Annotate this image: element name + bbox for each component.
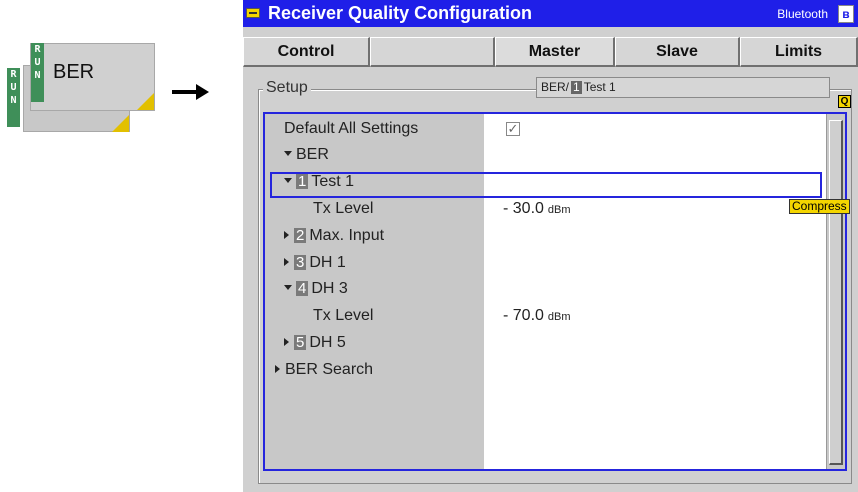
- default-all-settings-label: Default All Settings: [284, 120, 419, 137]
- dh3-txlevel-value[interactable]: - 70.0 dBm: [503, 307, 571, 325]
- default-all-settings-checkbox[interactable]: ✓: [506, 122, 520, 136]
- vertical-scrollbar[interactable]: [826, 114, 845, 469]
- softkey-back-corner-marker: [112, 115, 129, 132]
- receiver-quality-dialog: Receiver Quality Configuration Bluetooth…: [243, 0, 858, 492]
- compress-badge: Compress: [789, 199, 850, 214]
- chevron-right-icon: [284, 338, 289, 346]
- path-display: BER/1 Test 1: [536, 77, 830, 98]
- selection-highlight: [270, 172, 822, 198]
- run-indicator-back: R U N: [7, 68, 20, 127]
- item-index: 2: [294, 227, 307, 244]
- path-name: Test 1: [583, 80, 616, 94]
- bluetooth-icon: ʙ: [838, 5, 854, 23]
- chevron-right-icon: [284, 258, 289, 266]
- softkey-corner-marker: [137, 93, 154, 110]
- chevron-down-icon: [284, 151, 292, 156]
- title-bar: Receiver Quality Configuration Bluetooth…: [243, 0, 858, 27]
- item-index: 3: [294, 254, 307, 271]
- window-title: Receiver Quality Configuration: [268, 3, 533, 23]
- scrollbar-thumb[interactable]: [829, 120, 843, 465]
- tab-bar: Control Master Slave Limits: [243, 37, 858, 67]
- tree-item-max-input[interactable]: 2 Max. Input: [284, 227, 384, 245]
- arrow-right-icon: [172, 84, 209, 100]
- run-indicator: R U N: [31, 43, 44, 102]
- item-index: 4: [296, 280, 309, 297]
- dh3-txlevel-label: Tx Level: [313, 307, 374, 324]
- tree-item-dh3[interactable]: 4 DH 3: [284, 280, 348, 298]
- tab-limits[interactable]: Limits: [740, 37, 858, 67]
- tab-empty[interactable]: [370, 37, 495, 67]
- tree-value-column: [484, 114, 826, 469]
- path-prefix: BER/: [541, 80, 570, 94]
- q-badge: Q: [838, 95, 851, 108]
- tab-master[interactable]: Master: [495, 37, 615, 67]
- tree-item-dh1[interactable]: 3 DH 1: [284, 254, 346, 272]
- window-menu-icon[interactable]: [246, 8, 260, 18]
- item-index: 5: [294, 334, 307, 351]
- setup-legend: Setup: [263, 79, 311, 97]
- test1-txlevel-value[interactable]: - 30.0 dBm: [503, 200, 571, 218]
- softkey-label: BER: [53, 61, 95, 83]
- settings-tree: Default All Settings ✓ BER 1 Test 1 Tx Le…: [263, 112, 847, 471]
- tree-item-ber-search[interactable]: BER Search: [275, 361, 373, 379]
- test1-txlevel-label: Tx Level: [313, 200, 374, 217]
- tree-item-dh5[interactable]: 5 DH 5: [284, 334, 346, 352]
- tree-item-ber[interactable]: BER: [284, 146, 329, 164]
- tab-slave[interactable]: Slave: [615, 37, 740, 67]
- chevron-right-icon: [275, 365, 280, 373]
- chevron-right-icon: [284, 231, 289, 239]
- path-index: 1: [571, 80, 582, 94]
- standard-label: Bluetooth: [777, 7, 828, 21]
- chevron-down-icon: [284, 285, 292, 290]
- tab-control[interactable]: Control: [243, 37, 370, 67]
